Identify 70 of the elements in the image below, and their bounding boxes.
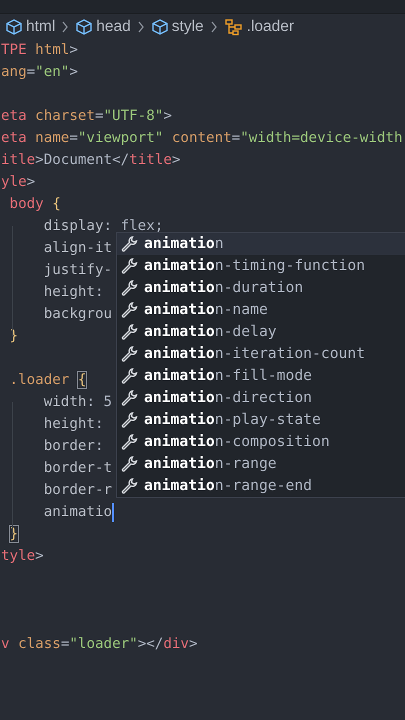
suggestion-label: animation-timing-function	[144, 256, 366, 276]
code-line: yle>	[1, 173, 36, 192]
suggestion-label: animation-range-end	[144, 476, 312, 496]
chevron-icon	[136, 20, 145, 32]
breadcrumb-item[interactable]: html	[4, 14, 56, 38]
wrench-icon	[120, 367, 138, 385]
code-line: border-t	[42, 459, 112, 478]
cube-icon	[5, 18, 23, 36]
code-line: height:	[42, 283, 104, 302]
suggestion-label: animation-duration	[144, 278, 304, 298]
code-line: backgrou	[42, 305, 112, 324]
suggestion-label: animation-fill-mode	[144, 366, 312, 386]
code-line: TPE html>	[1, 41, 78, 60]
wrench-icon	[120, 477, 138, 495]
code-line: itle>Document</title>	[1, 151, 180, 170]
code-line: border:	[42, 437, 104, 456]
code-line: border-r	[42, 481, 112, 500]
code-line: ang="en">	[1, 63, 78, 82]
wrench-icon	[120, 433, 138, 451]
code-line: tyle>	[1, 547, 44, 566]
code-line: }	[8, 525, 18, 544]
suggestion-label: animation-play-state	[144, 410, 321, 430]
chevron-icon	[210, 20, 218, 32]
code-line: }	[8, 327, 18, 346]
suggestion-label: animation	[144, 234, 224, 254]
suggestion-item[interactable]: animation-name	[117, 299, 405, 321]
code-line: eta name="viewport" content="width=device-width	[1, 129, 402, 148]
wrench-icon	[120, 323, 138, 341]
suggestion-item[interactable]: animation-fill-mode	[117, 365, 405, 387]
suggestion-label: animation-name	[144, 300, 268, 320]
suggestion-item[interactable]: animation-range	[117, 453, 405, 475]
code-line: body {	[8, 195, 61, 214]
suggestion-label: animation-composition	[144, 432, 330, 452]
wrench-icon	[120, 235, 138, 253]
suggestion-item[interactable]: animation-iteration-count	[117, 343, 405, 365]
breadcrumb-item[interactable]: style	[150, 14, 205, 38]
breadcrumb-item[interactable]: .loader	[222, 14, 296, 38]
suggestion-item[interactable]: animation-duration	[117, 277, 405, 299]
code-line: height:	[42, 415, 104, 434]
suggestion-item[interactable]: animation	[117, 233, 405, 255]
breadcrumb-item[interactable]: head	[74, 14, 132, 38]
suggestion-item[interactable]: animation-delay	[117, 321, 405, 343]
suggestion-item[interactable]: animation-play-state	[117, 409, 405, 431]
code-line: .loader {	[8, 371, 86, 390]
wrench-icon	[120, 345, 138, 363]
code-line: eta charset="UTF-8">	[1, 107, 172, 126]
code-line: animatio	[42, 503, 112, 522]
code-line: justify-	[42, 261, 112, 280]
code-line: v class="loader"></div>	[1, 635, 198, 654]
suggestion-item[interactable]: animation-timing-function	[117, 255, 405, 277]
suggestion-label: animation-range	[144, 454, 277, 474]
code-line: display: flex;	[42, 217, 164, 236]
cube-icon	[75, 18, 94, 36]
wrench-icon	[120, 301, 138, 319]
wrench-icon	[120, 279, 138, 297]
code-line: align-it	[42, 239, 112, 258]
suggestion-label: animation-direction	[144, 388, 312, 408]
suggestion-label: animation-delay	[144, 322, 277, 342]
code-line: width: 5	[42, 393, 112, 412]
suggestion-label: animation-iteration-count	[144, 344, 366, 364]
suggestion-item[interactable]: animation-composition	[117, 431, 405, 453]
suggestion-item[interactable]: animation-range-end	[117, 475, 405, 497]
wrench-icon	[120, 389, 138, 407]
wrench-icon	[120, 411, 138, 429]
cube-icon	[150, 18, 169, 36]
class-icon	[224, 18, 244, 36]
suggestion-item[interactable]: animation-direction	[117, 387, 405, 409]
wrench-icon	[120, 257, 138, 275]
chevron-icon	[61, 20, 70, 32]
wrench-icon	[120, 455, 138, 473]
